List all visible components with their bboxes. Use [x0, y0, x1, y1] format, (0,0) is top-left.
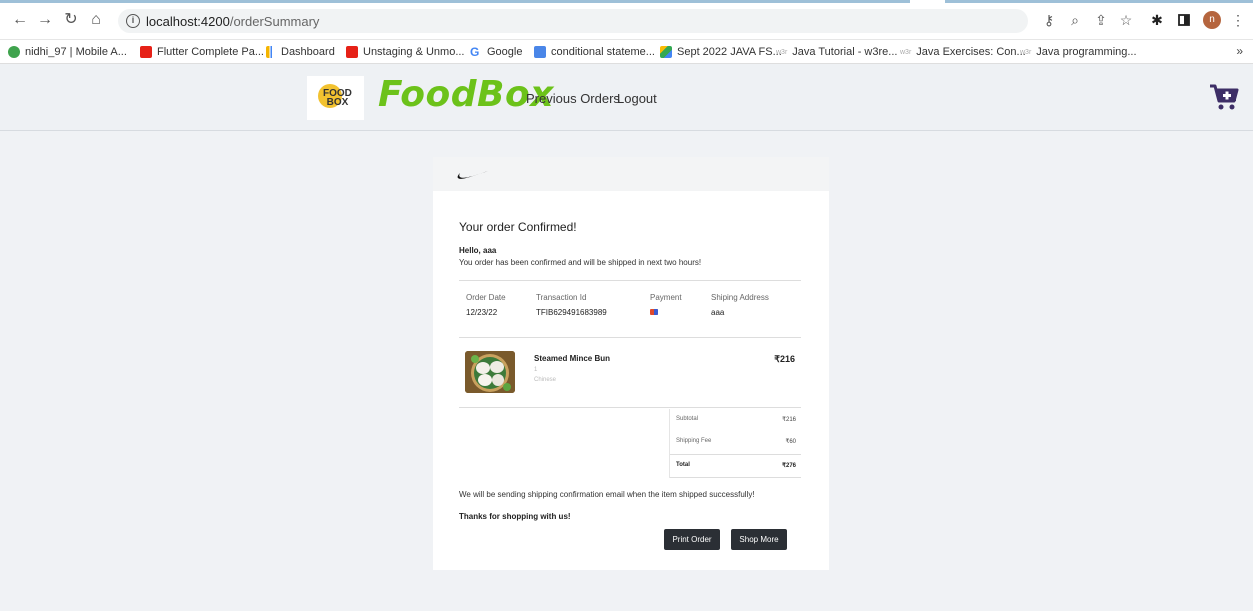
bookmark-label: conditional stateme...: [551, 46, 655, 58]
address-bar[interactable]: i localhost:4200/orderSummary: [118, 9, 1028, 33]
bookmark-label: Flutter Complete Pa...: [157, 46, 264, 58]
bookmark-item[interactable]: nidhi_97 | Mobile A...: [8, 44, 127, 60]
payment-value: [650, 308, 682, 318]
payment-col: Payment: [650, 293, 682, 318]
shipping-address-value: aaa: [711, 308, 725, 317]
tab-strip-right: [945, 0, 1253, 3]
bookmark-label: Java Tutorial - w3re...: [792, 46, 898, 58]
bookmark-item[interactable]: conditional stateme...: [534, 44, 655, 60]
item-quantity: 1: [534, 367, 538, 373]
item-category: Chinese: [534, 377, 557, 383]
menu-kebab-icon[interactable]: ⋮: [1229, 11, 1247, 29]
w3r-icon: w3r: [1020, 48, 1032, 56]
key-icon[interactable]: ⚷: [1040, 11, 1058, 29]
site-info-icon[interactable]: i: [126, 14, 140, 28]
bookmark-favicon-icon: [8, 46, 20, 58]
logo-text-line2: BOX: [326, 97, 349, 108]
summary-divider-line: [670, 477, 801, 478]
bookmark-star-icon[interactable]: ☆: [1117, 11, 1135, 29]
bookmark-label: Sept 2022 JAVA FS...: [677, 46, 782, 58]
side-panel-icon[interactable]: [1175, 11, 1193, 29]
item-price: ₹216: [774, 354, 795, 364]
total-label: Total: [676, 462, 690, 468]
url-text[interactable]: localhost:4200/orderSummary: [146, 14, 319, 29]
payment-label: Payment: [650, 293, 682, 302]
swoosh-logo-icon: [457, 171, 488, 179]
order-date-value: 12/23/22: [466, 308, 498, 317]
summary-divider: [669, 409, 670, 478]
bookmark-item[interactable]: w3r Java Tutorial - w3re...: [776, 44, 897, 60]
bookmark-item[interactable]: G Google: [470, 44, 522, 60]
bookmark-item[interactable]: Unstaging & Unmo...: [346, 44, 465, 60]
profile-avatar[interactable]: n: [1203, 11, 1221, 29]
divider: [459, 337, 801, 338]
nav-previous-orders[interactable]: Previous Orders: [526, 91, 620, 106]
shop-more-button[interactable]: Shop More: [731, 529, 787, 550]
item-name: Steamed Mince Bun: [534, 354, 611, 363]
transaction-id-col: Transaction Id TFIB629491683989: [536, 293, 607, 318]
bookmark-item[interactable]: Flutter Complete Pa...: [140, 44, 264, 60]
transaction-id-label: Transaction Id: [536, 293, 587, 302]
youtube-icon: [140, 46, 152, 58]
tab-strip: [0, 0, 910, 3]
bookmark-label: Java Exercises: Con...: [916, 46, 1026, 58]
drive-icon: [660, 46, 672, 58]
card-header: [433, 157, 829, 191]
transaction-id-value: TFIB629491683989: [536, 308, 607, 317]
total-value: ₹276: [782, 463, 796, 469]
shipping-address-col: Shiping Address aaa: [711, 293, 769, 318]
shipping-fee-value: ₹60: [785, 439, 797, 445]
print-order-button[interactable]: Print Order: [664, 529, 720, 550]
forward-arrow-icon[interactable]: →: [35, 10, 55, 30]
item-image: [465, 351, 515, 393]
zoom-icon[interactable]: ⌕: [1066, 11, 1084, 29]
w3r-icon: w3r: [776, 48, 788, 56]
thanks-message: Thanks for shopping with us!: [459, 512, 571, 521]
docs-icon: [534, 46, 546, 58]
order-date-label: Order Date: [466, 293, 506, 302]
bookmark-item[interactable]: w3r Java Exercises: Con...: [900, 44, 1026, 60]
cart-icon[interactable]: [1208, 81, 1240, 113]
youtube-icon: [346, 46, 358, 58]
bookmarks-bar: nidhi_97 | Mobile A... Flutter Complete …: [0, 40, 1253, 64]
nav-logout[interactable]: Logout: [617, 91, 657, 106]
foodbox-logo[interactable]: FOOD BOX: [307, 76, 364, 120]
summary-divider-line: [670, 454, 801, 455]
bookmark-item[interactable]: w3r Java programming...: [1020, 44, 1137, 60]
app-header: FOOD BOX FoodBox Previous Orders Logout: [0, 64, 1253, 131]
share-icon[interactable]: ⇪: [1092, 11, 1110, 29]
bookmark-label: Java programming...: [1036, 46, 1137, 58]
home-icon[interactable]: ⌂: [86, 10, 106, 30]
bookmark-label: Dashboard: [281, 46, 335, 58]
order-date-col: Order Date 12/23/22: [466, 293, 506, 318]
bookmark-label: nidhi_97 | Mobile A...: [25, 46, 127, 58]
bookmark-item[interactable]: Dashboard: [266, 44, 335, 60]
shipping-fee-label: Shipping Fee: [676, 438, 712, 444]
back-arrow-icon[interactable]: ←: [10, 10, 30, 30]
bookmark-label: Unstaging & Unmo...: [363, 46, 465, 58]
bookmark-item[interactable]: Sept 2022 JAVA FS...: [660, 44, 782, 60]
analytics-icon: [266, 46, 276, 58]
w3r-icon: w3r: [900, 48, 912, 56]
divider: [459, 280, 801, 281]
logo-text: FOOD BOX: [323, 89, 352, 108]
order-summary-card: Your order Confirmed! Hello, aaa You ord…: [433, 157, 829, 570]
shipping-address-label: Shiping Address: [711, 293, 769, 302]
google-icon: G: [470, 45, 480, 59]
url-host: localhost:4200: [146, 14, 230, 29]
subtotal-label: Subtotal: [676, 416, 699, 422]
subtotal-value: ₹216: [782, 417, 796, 423]
reload-icon[interactable]: ↻: [61, 10, 81, 30]
divider: [459, 407, 801, 408]
shipping-notice: We will be sending shipping confirmation…: [459, 490, 755, 499]
card-payment-icon: [650, 309, 658, 315]
url-path: /orderSummary: [229, 14, 320, 29]
bookmark-label: Google: [487, 46, 523, 58]
bookmarks-more-icon[interactable]: »: [1236, 44, 1243, 58]
order-title: Your order Confirmed!: [459, 220, 577, 234]
greeting: Hello, aaa: [459, 246, 497, 255]
browser-toolbar: ← → ↻ ⌂ i localhost:4200/orderSummary ⚷ …: [0, 0, 1253, 40]
extensions-icon[interactable]: ✱: [1148, 11, 1166, 29]
confirmation-message: You order has been confirmed and will be…: [459, 258, 702, 267]
